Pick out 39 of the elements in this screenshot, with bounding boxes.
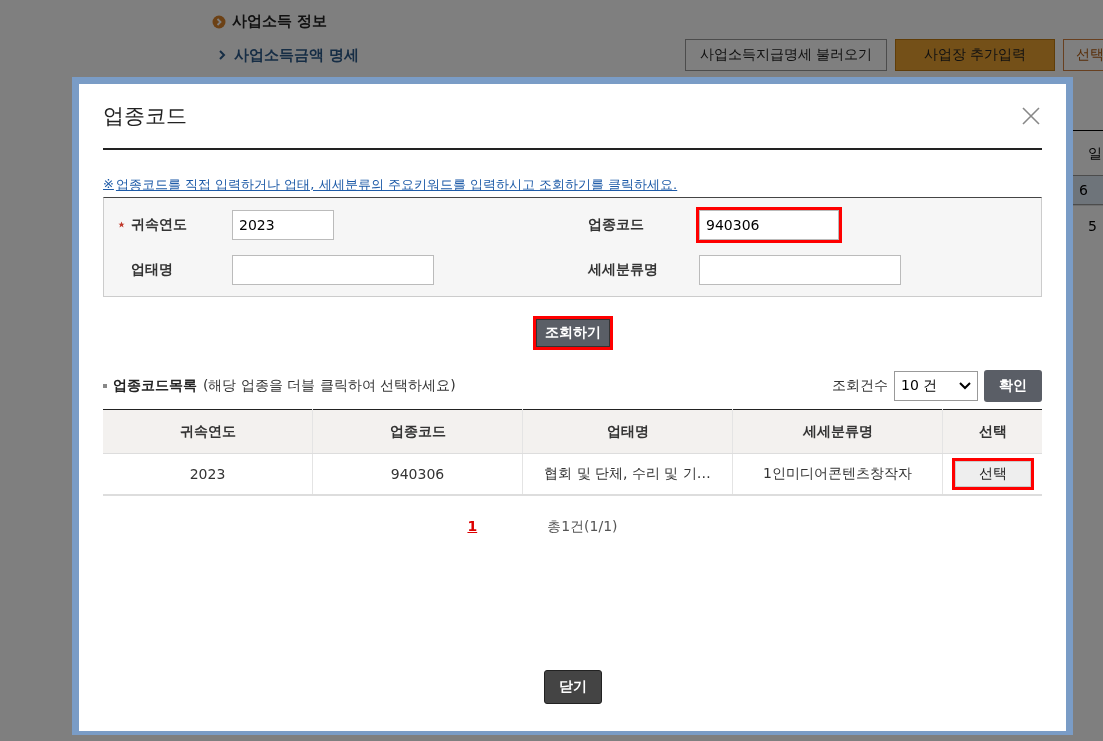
input-field[interactable]: 940306 [699,209,839,240]
page-button[interactable]: 사업소득지급명세 불러오기 [684,39,887,71]
caret-icon [959,382,971,390]
close-icon[interactable] [1022,107,1040,125]
count-dropdown[interactable]: 10 건 [894,371,978,401]
section-title: 사업소득 정보 [232,12,328,31]
field-label: 세세분류명 [588,260,658,279]
field-label: 업태명 [130,260,173,279]
field-label: 귀속연도 [131,215,187,234]
table-cell: 6 [1072,175,1103,205]
close-button[interactable]: 닫기 [543,670,602,704]
confirm-button[interactable]: 확인 [984,370,1042,402]
bullet-icon [212,14,226,29]
select-button[interactable]: 선택 [954,461,1031,487]
subsection-title: 사업소득금액 명세 [234,45,360,65]
search-button[interactable]: 조회하기 [535,319,610,347]
dialog-title: 업종코드 [103,103,187,130]
list-title: 업종코드목록 [113,377,197,395]
chevron-icon [218,50,226,60]
page-link[interactable]: 1 [467,518,478,536]
column-header: 선택 [942,409,1042,454]
list-hint: (해당 업종을 더블 클릭하여 선택하세요) [203,377,456,395]
notice-link[interactable]: 업종코드를 직접 입력하거나 업태, 세세분류의 주요키워드를 입력하시고 조회하기를 클릭하세요. [115,176,678,194]
bullet-icon [103,384,107,388]
column-header: 귀속연도 [103,409,313,454]
column-header: 세세분류명 [732,409,943,454]
table-cell: 1인미디어콘텐츠창작자 [732,453,943,495]
table-cell: 940306 [312,453,523,495]
notice-mark: ※ [103,176,114,193]
table-cell: 협회 및 단체, 수리 및 기… [522,453,733,495]
input-field[interactable]: 2023 [232,209,334,240]
table-cell: 2023 [103,453,313,495]
input-field[interactable] [232,254,434,285]
total-count: 총1건(1/1) [547,518,618,536]
count-label: 조회건수 [832,377,888,395]
input-field[interactable] [699,254,901,285]
field-label: 업종코드 [588,215,644,234]
column-header: 업태명 [522,409,733,454]
column-header: 업종코드 [312,409,523,454]
